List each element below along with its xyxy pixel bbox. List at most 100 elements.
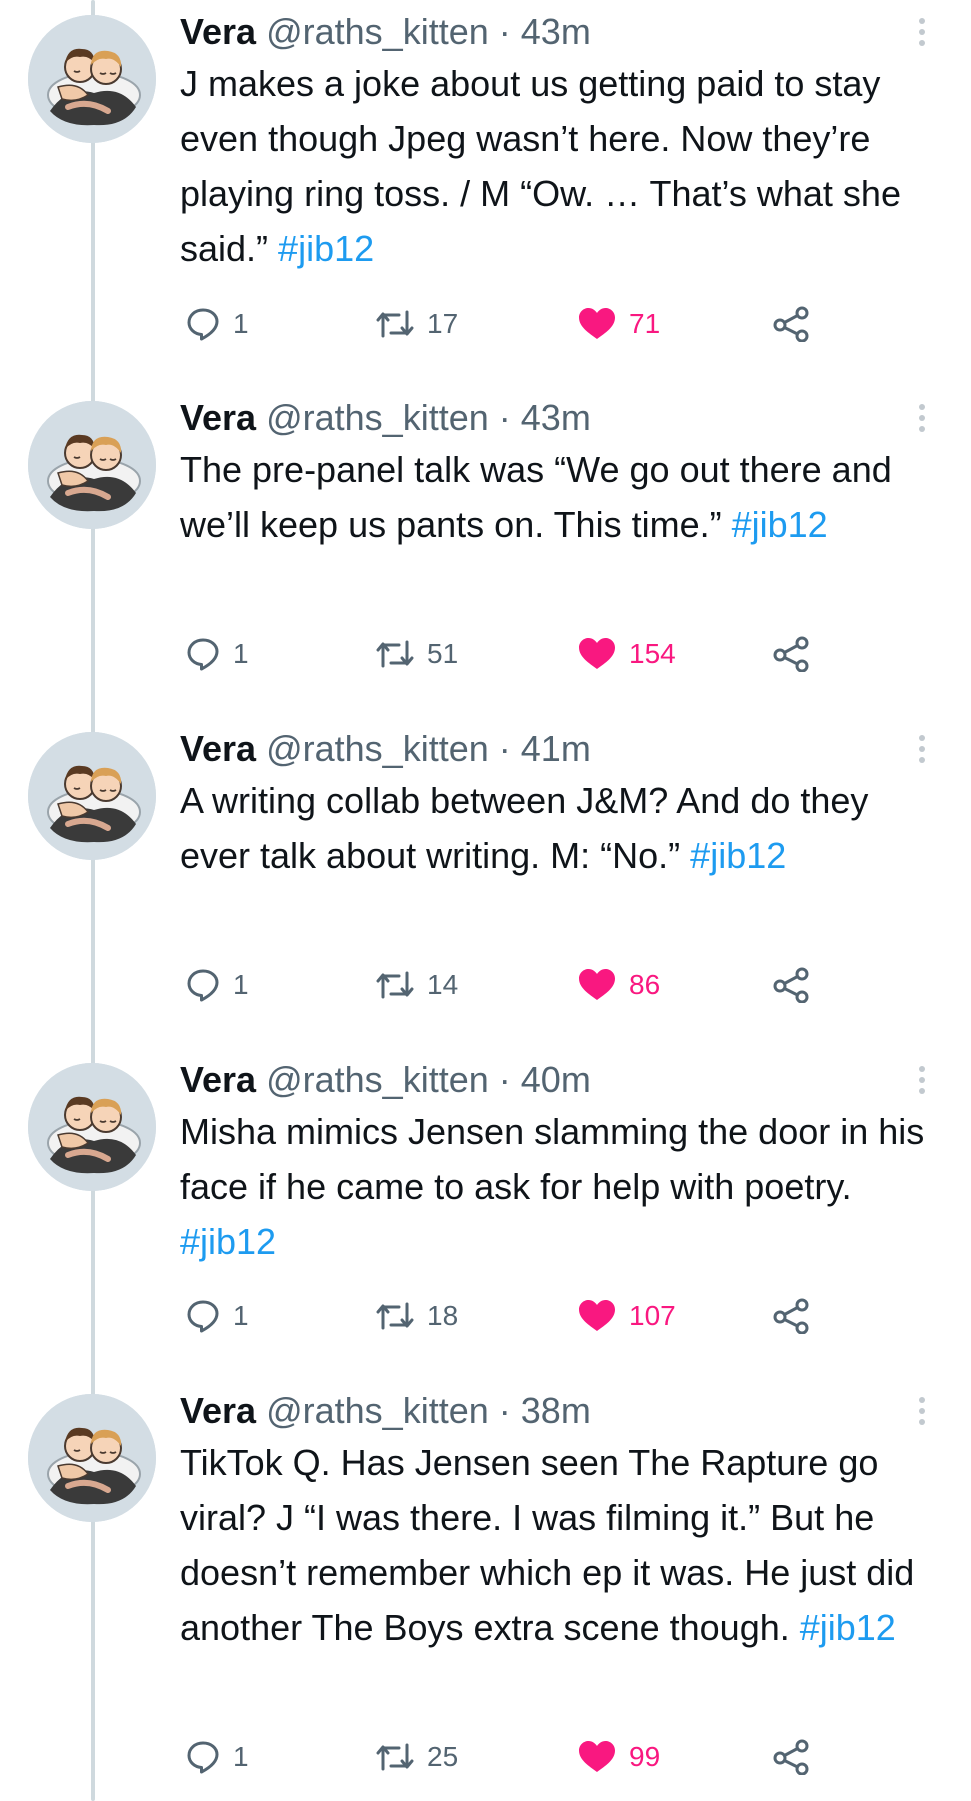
tweet-content: Vera @raths_kitten · 38m TikTok Q. Has J… (180, 1389, 945, 1655)
tweet[interactable]: Vera @raths_kitten · 43m The pre-panel t… (0, 386, 971, 716)
header-separator: · (498, 397, 511, 438)
author-handle[interactable]: @raths_kitten (266, 397, 489, 438)
like-button[interactable]: 71 (577, 300, 660, 348)
author-name[interactable]: Vera (180, 11, 256, 52)
like-button[interactable]: 107 (577, 1292, 676, 1340)
more-options-icon[interactable] (912, 735, 932, 775)
avatar-illustration-icon (28, 15, 156, 143)
header-separator: · (498, 11, 511, 52)
tweet-header: Vera @raths_kitten · 43m (180, 10, 945, 54)
hashtag-link[interactable]: #jib12 (690, 835, 786, 876)
author-handle[interactable]: @raths_kitten (266, 728, 489, 769)
reply-icon (185, 967, 221, 1003)
share-icon (772, 967, 812, 1003)
reply-button[interactable]: 1 (185, 1292, 249, 1340)
reply-button[interactable]: 1 (185, 1733, 249, 1781)
avatar-illustration-icon (28, 732, 156, 860)
author-handle[interactable]: @raths_kitten (266, 11, 489, 52)
reply-button[interactable]: 1 (185, 630, 249, 678)
like-button[interactable]: 154 (577, 630, 676, 678)
tweet-content: Vera @raths_kitten · 43m The pre-panel t… (180, 396, 945, 552)
tweet[interactable]: Vera @raths_kitten · 38m TikTok Q. Has J… (0, 1379, 971, 1801)
hashtag-link[interactable]: #jib12 (800, 1607, 896, 1648)
reply-icon (185, 1739, 221, 1775)
author-name[interactable]: Vera (180, 1059, 256, 1100)
author-name[interactable]: Vera (180, 728, 256, 769)
heart-icon (577, 1739, 617, 1775)
like-count: 154 (629, 638, 676, 669)
reply-button[interactable]: 1 (185, 961, 249, 1009)
retweet-button[interactable]: 17 (375, 300, 458, 348)
tweet-timestamp[interactable]: 43m (521, 397, 591, 438)
like-button[interactable]: 86 (577, 961, 660, 1009)
hashtag-link[interactable]: #jib12 (180, 1221, 276, 1262)
like-count: 107 (629, 1300, 676, 1331)
more-options-icon[interactable] (912, 1397, 932, 1437)
hashtag-link[interactable]: #jib12 (732, 504, 828, 545)
tweet-header: Vera @raths_kitten · 38m (180, 1389, 945, 1433)
retweet-button[interactable]: 51 (375, 630, 458, 678)
share-icon (772, 636, 812, 672)
avatar[interactable] (28, 732, 156, 860)
like-count: 71 (629, 308, 661, 339)
tweet-text: Misha mimics Jensen slamming the door in… (180, 1104, 945, 1269)
share-button[interactable] (772, 1292, 812, 1340)
tweet-actions: 1 18 107 (180, 1292, 860, 1340)
tweet-timestamp[interactable]: 41m (521, 728, 591, 769)
share-button[interactable] (772, 961, 812, 1009)
retweet-count: 17 (427, 308, 459, 339)
author-handle[interactable]: @raths_kitten (266, 1390, 489, 1431)
hashtag-link[interactable]: #jib12 (278, 228, 374, 269)
avatar[interactable] (28, 15, 156, 143)
header-separator: · (498, 728, 511, 769)
avatar[interactable] (28, 1063, 156, 1191)
tweet-actions: 1 51 154 (180, 630, 860, 678)
retweet-icon (375, 1298, 415, 1334)
tweet[interactable]: Vera @raths_kitten · 41m A writing colla… (0, 717, 971, 1047)
retweet-icon (375, 306, 415, 342)
retweet-button[interactable]: 14 (375, 961, 458, 1009)
retweet-count: 25 (427, 1741, 459, 1772)
tweet[interactable]: Vera @raths_kitten · 40m Misha mimics Je… (0, 1048, 971, 1378)
tweet-text: J makes a joke about us getting paid to … (180, 56, 945, 276)
reply-count: 1 (233, 1300, 249, 1331)
tweet-timestamp[interactable]: 38m (521, 1390, 591, 1431)
avatar-illustration-icon (28, 401, 156, 529)
avatar[interactable] (28, 401, 156, 529)
reply-count: 1 (233, 308, 249, 339)
reply-count: 1 (233, 969, 249, 1000)
more-options-icon[interactable] (912, 1066, 932, 1106)
share-button[interactable] (772, 300, 812, 348)
tweet-timestamp[interactable]: 43m (521, 11, 591, 52)
retweet-count: 18 (427, 1300, 459, 1331)
tweet-timestamp[interactable]: 40m (521, 1059, 591, 1100)
reply-icon (185, 306, 221, 342)
avatar-illustration-icon (28, 1063, 156, 1191)
header-separator: · (498, 1059, 511, 1100)
avatar-illustration-icon (28, 1394, 156, 1522)
like-count: 99 (629, 1741, 661, 1772)
share-button[interactable] (772, 630, 812, 678)
more-options-icon[interactable] (912, 404, 932, 444)
avatar[interactable] (28, 1394, 156, 1522)
tweet[interactable]: Vera @raths_kitten · 43m J makes a joke … (0, 0, 971, 385)
header-separator: · (498, 1390, 511, 1431)
tweet-actions: 1 14 86 (180, 961, 860, 1009)
author-handle[interactable]: @raths_kitten (266, 1059, 489, 1100)
author-name[interactable]: Vera (180, 1390, 256, 1431)
retweet-icon (375, 1739, 415, 1775)
tweet-body: Misha mimics Jensen slamming the door in… (180, 1111, 925, 1207)
like-button[interactable]: 99 (577, 1733, 660, 1781)
heart-icon (577, 306, 617, 342)
reply-button[interactable]: 1 (185, 300, 249, 348)
heart-icon (577, 1298, 617, 1334)
retweet-button[interactable]: 25 (375, 1733, 458, 1781)
share-button[interactable] (772, 1733, 812, 1781)
reply-count: 1 (233, 1741, 249, 1772)
more-options-icon[interactable] (912, 18, 932, 58)
share-icon (772, 306, 812, 342)
reply-icon (185, 1298, 221, 1334)
retweet-count: 51 (427, 638, 459, 669)
retweet-button[interactable]: 18 (375, 1292, 458, 1340)
author-name[interactable]: Vera (180, 397, 256, 438)
